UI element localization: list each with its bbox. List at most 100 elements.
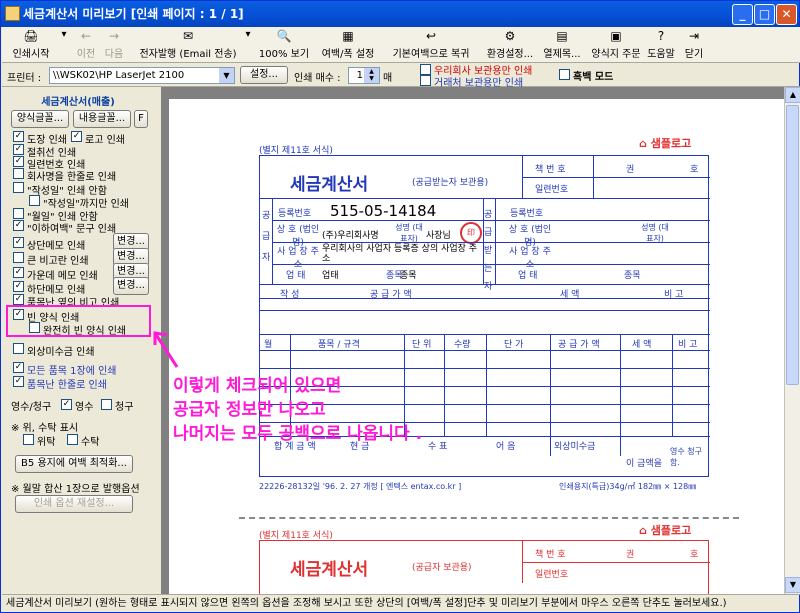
consignment-label: ※ 위, 수탁 표시 — [11, 423, 79, 434]
reset-print-options-button[interactable]: 인쇄 옵션 재설정... — [15, 495, 133, 513]
write-date-checkbox[interactable] — [13, 182, 24, 193]
company-one-line-checkbox[interactable] — [13, 168, 24, 179]
close-preview-button[interactable]: ⇥ 닫기 — [682, 29, 706, 61]
address-label: 사 업 장 주 소 — [277, 247, 319, 270]
reg-no-value: 515-05-14184 — [330, 202, 437, 220]
serial-label: 일련번호 — [535, 185, 569, 195]
invoice2-title: 세금계산서 — [290, 560, 369, 580]
all-items-checkbox[interactable]: ✓ — [13, 362, 24, 373]
top-memo-label: 상단메모 인쇄 — [27, 241, 86, 252]
print-dropdown-arrow[interactable]: ▾ — [60, 29, 68, 61]
gwon2-label: 권 — [626, 550, 635, 560]
close-button[interactable]: ✕ — [776, 4, 797, 25]
blank-form-checkbox[interactable]: ✓ — [13, 309, 24, 320]
logo-checkbox[interactable]: ✓ — [71, 131, 82, 142]
claim-label: 청구 — [115, 402, 134, 413]
book-no-label: 책 번 호 — [535, 165, 566, 175]
book2-label: 책 번 호 — [535, 550, 566, 560]
app-icon — [5, 6, 20, 21]
column-title-button[interactable]: ▤ 열제목... — [540, 29, 584, 61]
big-memo-checkbox[interactable] — [13, 252, 24, 263]
close-door-icon: ⇥ — [688, 29, 700, 43]
cut-line — [239, 517, 739, 519]
row-hdr-item: 품목 / 규격 — [318, 340, 360, 350]
reset-icon: ↩ — [425, 29, 437, 43]
copies-input[interactable]: 1 ▲ ▼ — [348, 67, 380, 84]
all-items-label: 모든 품목 1장에 인쇄 — [27, 366, 117, 377]
outstanding-checkbox[interactable] — [13, 343, 24, 354]
margin-settings-button[interactable]: ▦ 여백/폭 설정 — [316, 29, 380, 61]
magnifier-icon: 🔍 — [276, 29, 292, 43]
vertical-scrollbar[interactable]: ▲ ▼ — [784, 87, 800, 594]
printer-select[interactable]: \\WSK02\HP LaserJet 2100 ▼ — [49, 67, 235, 84]
content-font-button[interactable]: 내용글꼴... — [73, 110, 131, 128]
sample-logo: ⌂ 샘플로고 — [639, 137, 692, 150]
title-bar[interactable]: 세금계산서 미리보기 [인쇄 페이지 : 1 / 1] _ □ ✕ — [1, 1, 799, 27]
serial-checkbox[interactable]: ✓ — [13, 156, 24, 167]
month-checkbox[interactable] — [13, 208, 24, 219]
arrow-right-icon: → — [108, 29, 120, 43]
serial2-label: 일련번호 — [535, 570, 569, 580]
form-font-button[interactable]: 양식글꼴... — [11, 110, 69, 128]
help-button[interactable]: ? 도움말 — [644, 29, 678, 61]
foot-check-label: 수 표 — [428, 442, 448, 452]
prev-page-button[interactable]: ← 이전 — [72, 29, 100, 61]
preferences-button[interactable]: ⚙ 환경설정... — [480, 29, 540, 61]
ihayeobaek-checkbox[interactable]: ✓ — [13, 220, 24, 231]
ours-only-checkbox[interactable] — [420, 64, 431, 75]
b5-optimize-button[interactable]: B5 용지에 여백 최적화... — [15, 455, 133, 473]
help-icon: ? — [657, 29, 665, 43]
email-issue-button[interactable]: ✉ 전자발행 (Email 전송) — [132, 29, 244, 61]
mid-memo-checkbox[interactable]: ✓ — [13, 267, 24, 278]
receipt-checkbox[interactable]: ✓ — [61, 399, 72, 410]
scroll-thumb[interactable] — [786, 105, 799, 385]
spinner-icon[interactable]: ▲ ▼ — [364, 68, 379, 83]
biz-type-value: 업태 — [322, 271, 339, 281]
reset-margin-button[interactable]: ↩ 기본여백으로 복귀 — [386, 29, 476, 61]
columns-icon: ▤ — [556, 29, 568, 43]
email-dropdown-arrow[interactable]: ▾ — [244, 29, 252, 61]
row-hdr-qty: 수량 — [454, 340, 471, 350]
item-one-line-checkbox[interactable]: ✓ — [13, 376, 24, 387]
f-button[interactable]: F — [134, 110, 148, 128]
receipt-claim-label: 영수/청구 — [11, 402, 52, 413]
ho2-label: 호 — [690, 550, 699, 560]
copies-unit: 매 — [383, 73, 393, 84]
preview-area[interactable]: (별지 제11호 서식) ⌂ 샘플로고 세금계산서 (공급받는자 보관용) 책 … — [161, 87, 784, 594]
minimize-button[interactable]: _ — [732, 4, 753, 25]
consign-in-checkbox[interactable] — [67, 434, 78, 445]
mono-checkbox[interactable] — [559, 69, 570, 80]
invoice2-subtitle: (공급자 보관용) — [412, 563, 472, 573]
app-window: 세금계산서 미리보기 [인쇄 페이지 : 1 / 1] _ □ ✕ 🖨 인쇄시작 … — [0, 0, 800, 613]
gwon-label: 권 — [626, 165, 635, 175]
company-stamp: 印 — [460, 222, 482, 244]
consign-in-label: 수탁 — [81, 437, 100, 448]
zoom-100-button[interactable]: 🔍 100% 보기 — [256, 29, 312, 61]
copies-label: 인쇄 매수 : — [294, 73, 341, 84]
invoice-subtitle: (공급받는자 보관용) — [412, 178, 489, 188]
top-memo-checkbox[interactable]: ✓ — [13, 237, 24, 248]
maximize-button[interactable]: □ — [754, 4, 775, 25]
big-memo-label: 큰 비고란 인쇄 — [27, 256, 89, 267]
bottom-memo-checkbox[interactable]: ✓ — [13, 281, 24, 292]
next-page-button[interactable]: → 다음 — [100, 29, 128, 61]
item-memo-checkbox[interactable]: ✓ — [13, 294, 24, 305]
form-order-button[interactable]: ▣ 양식지 주문 — [590, 29, 642, 61]
bottom-memo-edit-button[interactable]: 변경... — [113, 277, 149, 295]
cut-checkbox[interactable]: ✓ — [13, 144, 24, 155]
full-blank-checkbox[interactable] — [29, 322, 40, 333]
stamp-checkbox[interactable]: ✓ — [13, 131, 24, 142]
claim-checkbox[interactable] — [101, 399, 112, 410]
write-date-sub-checkbox[interactable] — [29, 195, 40, 206]
annotation-text: 이렇게 체크되어 있으면 공급자 정보만 나오고 나머지는 모두 공백으로 나옵… — [173, 374, 422, 446]
printer-icon: 🖨 — [23, 29, 39, 43]
printer-settings-button[interactable]: 설정... — [240, 66, 288, 84]
scroll-down-button[interactable]: ▼ — [785, 577, 800, 593]
margin-icon: ▦ — [342, 29, 354, 43]
consign-out-checkbox[interactable] — [23, 434, 34, 445]
preview-page-2: (별지 제11호 서식) ⌂ 샘플로고 세금계산서 (공급자 보관용) 책 번 … — [169, 522, 784, 594]
scroll-up-button[interactable]: ▲ — [785, 87, 800, 103]
print-start-button[interactable]: 🖨 인쇄시작 — [6, 29, 56, 61]
monthly-option-label: ※ 월말 합산 1장으로 발행옵션 — [11, 484, 140, 495]
theirs-only-checkbox[interactable] — [420, 75, 431, 86]
